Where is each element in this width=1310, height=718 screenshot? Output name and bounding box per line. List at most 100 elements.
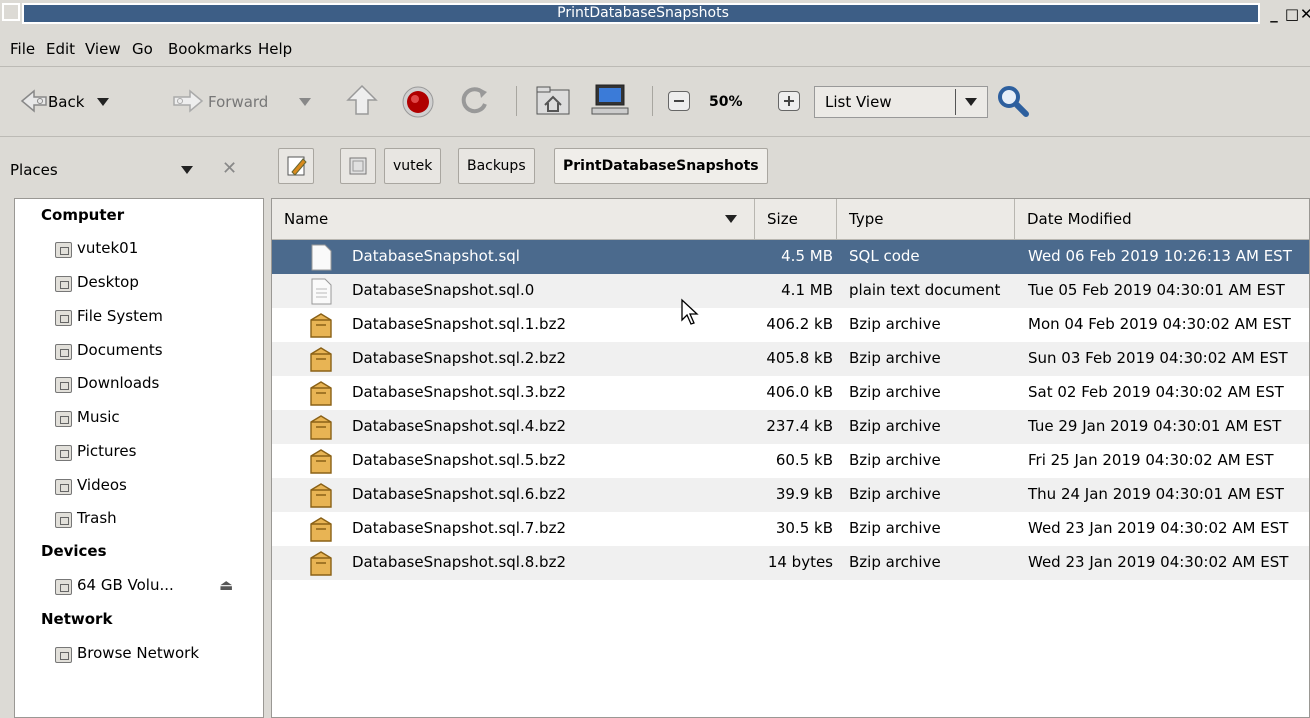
home-folder-icon (55, 242, 72, 258)
file-date-modified: Wed 23 Jan 2019 04:30:02 AM EST (1028, 519, 1289, 537)
sort-descending-icon (725, 215, 737, 223)
forward-button[interactable] (166, 88, 206, 114)
file-list-view[interactable]: Name Size Type Date Modified DatabaseSna… (271, 198, 1310, 718)
sidebar-item-volume[interactable]: 64 GB Volu... ⏏ (55, 576, 245, 602)
pictures-folder-icon (55, 445, 72, 461)
table-row[interactable]: DatabaseSnapshot.sql.1.bz2 406.2 kB Bzip a… (272, 308, 1309, 342)
eject-icon[interactable]: ⏏ (219, 576, 233, 594)
column-header-name[interactable]: Name (272, 199, 755, 239)
table-row[interactable]: DatabaseSnapshot.sql.3.bz2 406.0 kB Bzip a… (272, 376, 1309, 410)
desktop-folder-icon (55, 276, 72, 292)
table-row[interactable]: DatabaseSnapshot.sql.8.bz2 14 bytes Bzip a… (272, 546, 1309, 580)
home-folder-icon (536, 86, 570, 115)
column-header-type[interactable]: Type (837, 199, 1015, 239)
file-type: Bzip archive (849, 451, 941, 469)
file-name: DatabaseSnapshot.sql.3.bz2 (352, 383, 566, 401)
menu-bookmarks[interactable]: Bookmarks (168, 40, 252, 58)
file-name: DatabaseSnapshot.sql.5.bz2 (352, 451, 566, 469)
table-row[interactable]: DatabaseSnapshot.sql.2.bz2 405.8 kB Bzip a… (272, 342, 1309, 376)
file-date-modified: Sun 03 Feb 2019 04:30:02 AM EST (1028, 349, 1288, 367)
column-header-label: Date Modified (1027, 210, 1132, 228)
sidebar-item-label: Videos (77, 476, 127, 494)
title-bar-strip[interactable]: PrintDatabaseSnapshots (22, 3, 1260, 24)
table-row[interactable]: DatabaseSnapshot.sql 4.5 MB SQL code Wed 06… (272, 240, 1309, 274)
window-title: PrintDatabaseSnapshots (557, 5, 729, 21)
file-name: DatabaseSnapshot.sql.0 (352, 281, 535, 299)
archive-icon (310, 415, 332, 440)
file-size: 14 bytes (767, 553, 833, 571)
menu-bar: File Edit View Go Bookmarks Help (0, 32, 1310, 67)
file-size: 4.5 MB (781, 247, 833, 265)
file-date-modified: Tue 29 Jan 2019 04:30:01 AM EST (1028, 417, 1282, 435)
stop-button[interactable] (400, 84, 436, 120)
view-mode-dropdown-icon (965, 98, 977, 106)
forward-label[interactable]: Forward (208, 93, 268, 111)
documents-folder-icon (55, 344, 72, 360)
home-button[interactable] (534, 84, 572, 118)
file-name: DatabaseSnapshot.sql.2.bz2 (352, 349, 566, 367)
section-devices: Devices (41, 542, 107, 560)
file-date-modified: Sat 02 Feb 2019 04:30:02 AM EST (1028, 383, 1284, 401)
file-date-modified: Tue 05 Feb 2019 04:30:01 AM EST (1028, 281, 1285, 299)
back-label[interactable]: Back (48, 93, 84, 111)
edit-location-icon (287, 156, 307, 176)
view-mode-select[interactable]: List View (814, 86, 988, 118)
file-type: Bzip archive (849, 383, 941, 401)
places-label[interactable]: Places (10, 161, 58, 179)
places-sidebar: Computer vutek01 Desktop File System Doc… (14, 198, 264, 718)
menu-file[interactable]: File (10, 40, 35, 58)
table-row[interactable]: DatabaseSnapshot.sql.0 4.1 MB plain text d… (272, 274, 1309, 308)
minimize-icon[interactable]: _ (1264, 3, 1284, 25)
breadcrumb-backups[interactable]: Backups (458, 148, 535, 184)
menu-edit[interactable]: Edit (46, 40, 75, 58)
file-name: DatabaseSnapshot.sql.8.bz2 (352, 553, 566, 571)
zoom-out-button[interactable] (668, 91, 690, 111)
reload-button[interactable] (458, 84, 492, 118)
column-header-label: Name (284, 210, 329, 228)
view-mode-value: List View (825, 93, 892, 111)
search-icon (998, 86, 1029, 117)
sidebar-item-label: Pictures (77, 442, 137, 460)
location-bar: vutek Backups PrintDatabaseSnapshots (270, 140, 1310, 198)
file-type: SQL code (849, 247, 920, 265)
archive-icon (310, 483, 332, 508)
title-bar[interactable]: PrintDatabaseSnapshots _ □ ✕ (0, 0, 1310, 30)
zoom-level: 50% (709, 94, 743, 110)
toolbar: Back Forward 50% List View (0, 68, 1310, 137)
table-row[interactable]: DatabaseSnapshot.sql.4.bz2 237.4 kB Bzip a… (272, 410, 1309, 444)
breadcrumb-root-button[interactable] (340, 148, 376, 184)
sidebar-item-label: vutek01 (77, 239, 139, 257)
menu-help[interactable]: Help (258, 40, 292, 58)
column-header-date-modified[interactable]: Date Modified (1015, 199, 1309, 239)
table-row[interactable]: DatabaseSnapshot.sql.5.bz2 60.5 kB Bzip ar… (272, 444, 1309, 478)
up-button[interactable] (344, 82, 380, 120)
file-size: 406.2 kB (766, 315, 833, 333)
file-rows: DatabaseSnapshot.sql 4.5 MB SQL code Wed 06… (272, 240, 1309, 717)
forward-arrow-icon (173, 89, 204, 113)
close-sidebar-icon[interactable]: ✕ (222, 158, 237, 179)
minus-icon (674, 100, 684, 102)
sidebar-item-label: File System (77, 307, 163, 325)
column-header-size[interactable]: Size (755, 199, 837, 239)
up-arrow-icon (346, 84, 378, 115)
toggle-location-entry-button[interactable] (278, 148, 314, 184)
menu-view[interactable]: View (85, 40, 121, 58)
back-history-dropdown-icon[interactable] (97, 98, 109, 106)
sidebar-item-label: Documents (77, 341, 163, 359)
menu-go[interactable]: Go (132, 40, 153, 58)
computer-button[interactable] (588, 82, 632, 118)
trash-icon (55, 512, 72, 528)
file-name: DatabaseSnapshot.sql.7.bz2 (352, 519, 566, 537)
close-icon[interactable]: ✕ (1300, 3, 1310, 25)
forward-history-dropdown-icon[interactable] (299, 98, 311, 106)
zoom-in-button[interactable] (778, 91, 800, 111)
maximize-icon[interactable]: □ (1282, 3, 1302, 25)
places-dropdown-icon[interactable] (181, 166, 193, 174)
table-row[interactable]: DatabaseSnapshot.sql.6.bz2 39.9 kB Bzip ar… (272, 478, 1309, 512)
breadcrumb-current[interactable]: PrintDatabaseSnapshots (554, 148, 768, 184)
table-row[interactable]: DatabaseSnapshot.sql.7.bz2 30.5 kB Bzip ar… (272, 512, 1309, 546)
breadcrumb-vutek[interactable]: vutek (384, 148, 442, 184)
file-type: Bzip archive (849, 519, 941, 537)
window-menu-icon[interactable] (2, 3, 20, 21)
search-button[interactable] (996, 84, 1030, 118)
